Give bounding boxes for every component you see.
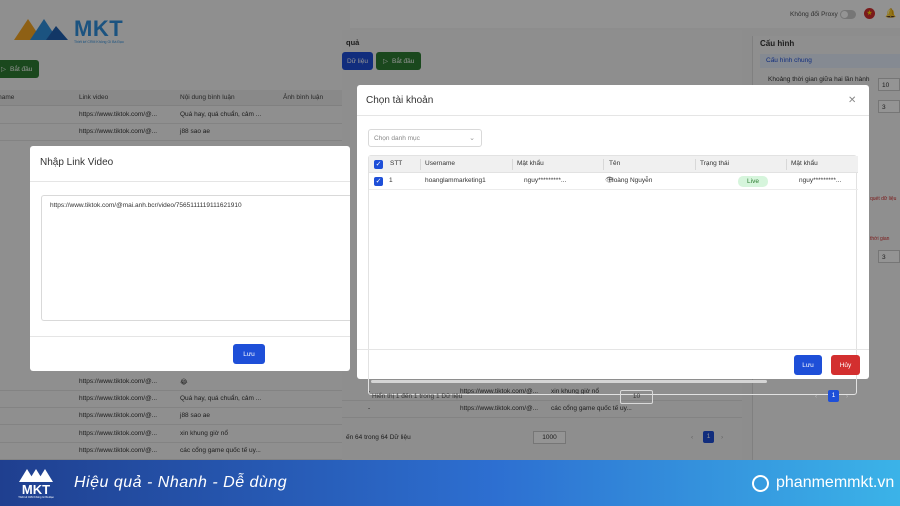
logo-mark-icon [19, 469, 53, 482]
select-account-modal: Chọn tài khoản ✕ Chọn danh mục ⌄ ✓ STT U… [357, 85, 869, 404]
banner-logo: MKT Thiết kế CRM Không Gì Bá Đạo [14, 465, 58, 501]
divider [30, 181, 350, 182]
cell-username: hoanglammarketing1 [425, 177, 486, 184]
cell-password: nguy*********... [524, 177, 567, 184]
col-username: Username [425, 160, 455, 167]
close-icon[interactable]: ✕ [848, 95, 856, 106]
divider [357, 349, 869, 350]
banner-slogan: Hiệu quả - Nhanh - Dễ dùng [74, 474, 288, 491]
divider [357, 115, 869, 116]
chevron-right-icon[interactable]: › [846, 393, 848, 400]
category-select[interactable]: Chọn danh mục ⌄ [368, 129, 482, 147]
promo-banner: MKT Thiết kế CRM Không Gì Bá Đạo Hiệu qu… [0, 460, 900, 506]
table-footer-info: Hiển thị 1 đến 1 trong 1 Dữ liệu [372, 393, 463, 400]
chevron-left-icon[interactable]: ‹ [815, 393, 817, 400]
chevron-down-icon: ⌄ [469, 135, 475, 142]
col-password: Mật khẩu [517, 160, 544, 167]
save-button[interactable]: Lưu [794, 355, 822, 375]
cell-name: Hoàng Nguyễn [609, 177, 653, 184]
modal-title: Nhập Link Video [40, 157, 114, 168]
row-checkbox[interactable]: ✓ [374, 177, 383, 186]
banner-website[interactable]: phanmemmkt.vn [776, 474, 894, 492]
page-current[interactable]: 1 [828, 390, 839, 402]
table-header: ✓ STT Username Mật khẩu Tên Trạng thái M… [369, 156, 858, 173]
modal-title: Chọn tài khoản [366, 95, 434, 106]
table-row[interactable]: ✓ 1 hoanglammarketing1 nguy*********... … [369, 173, 858, 190]
divider [30, 336, 350, 337]
save-button[interactable]: Lưu [233, 344, 265, 364]
col-name: Tên [609, 160, 621, 167]
cell-password-2: nguy*********... [799, 177, 842, 184]
col-password-2: Mật khẩu [791, 160, 818, 167]
col-stt: STT [390, 160, 403, 167]
link-video-modal: Nhập Link Video https://www.tiktok.com/@… [30, 146, 350, 371]
col-status: Trạng thái [700, 160, 730, 167]
video-link-textarea[interactable]: https://www.tiktok.com/@mai.anh.bcr/vide… [41, 195, 350, 321]
cancel-button[interactable]: Hủy [831, 355, 860, 375]
globe-icon [752, 475, 769, 492]
select-all-checkbox[interactable]: ✓ [374, 160, 383, 169]
account-table: ✓ STT Username Mật khẩu Tên Trạng thái M… [368, 155, 858, 404]
horizontal-scrollbar[interactable] [371, 380, 767, 383]
cell-stt: 1 [389, 177, 393, 184]
page-size-input[interactable]: 10 [620, 390, 653, 404]
status-badge: Live [738, 176, 768, 187]
